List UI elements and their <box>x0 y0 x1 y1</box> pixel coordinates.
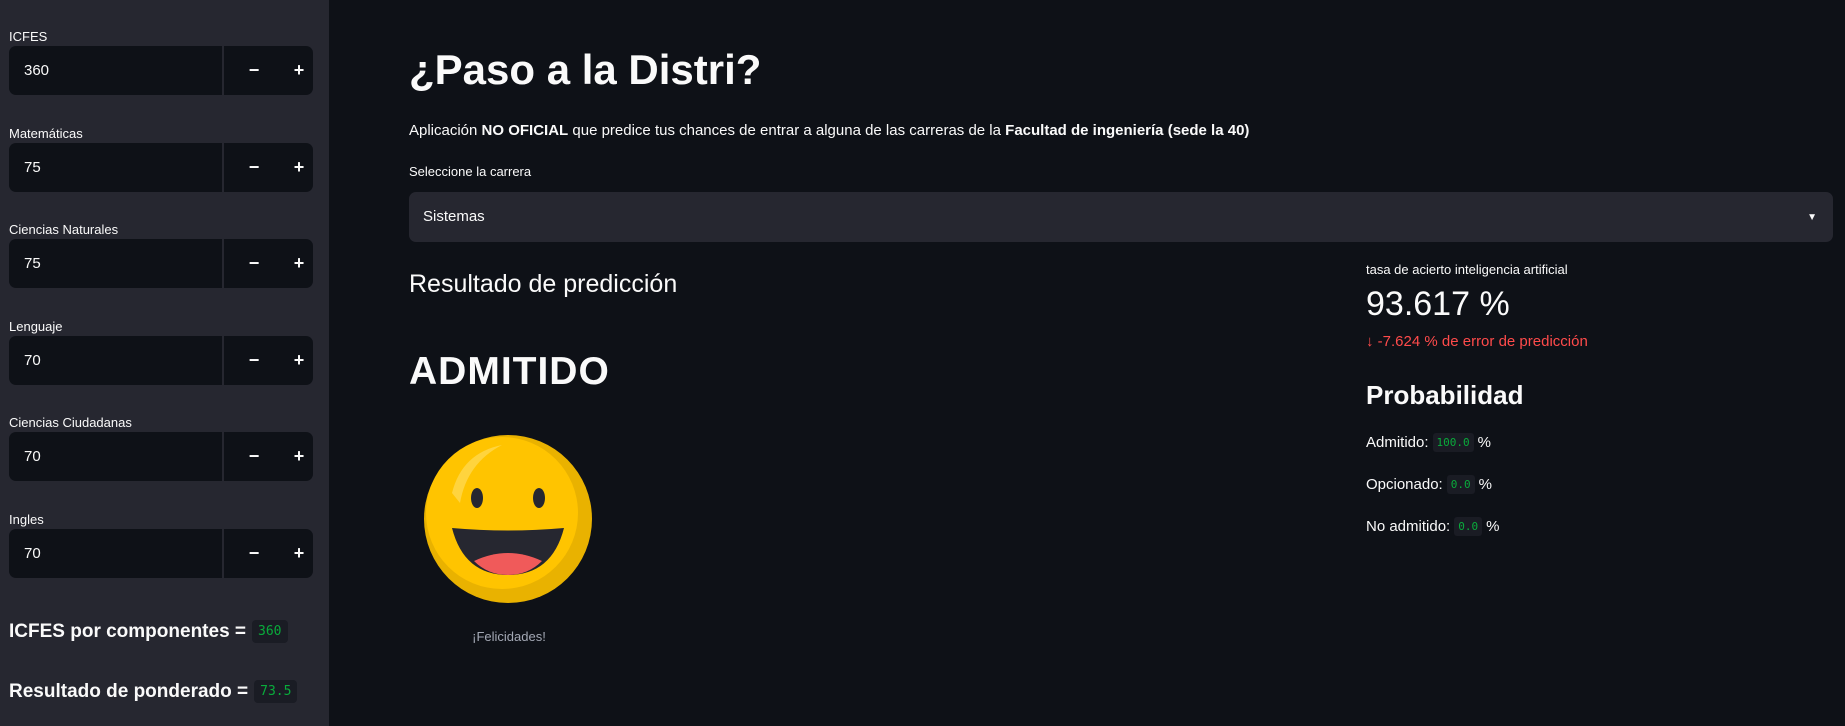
subtitle-prefix: Aplicación <box>409 122 482 139</box>
career-select-label: Seleccione la carrera <box>409 164 532 179</box>
probability-row: No admitido: 0.0 % <box>1366 517 1499 536</box>
weighted-value: 73.5 <box>254 680 298 703</box>
probability-unit: % <box>1486 518 1500 535</box>
decrement-button[interactable]: − <box>232 432 276 481</box>
icfes-components-result: ICFES por componentes = 360 <box>9 620 288 643</box>
ingles-input[interactable]: 70 <box>9 529 222 578</box>
lenguaje-input[interactable]: 70 <box>9 336 222 385</box>
field-label: Matemáticas <box>9 126 83 141</box>
increment-button[interactable]: + <box>277 336 313 385</box>
divider <box>222 143 224 192</box>
decrement-button[interactable]: − <box>232 529 276 578</box>
probability-row: Admitido: 100.0 % <box>1366 433 1491 452</box>
divider <box>222 46 224 95</box>
divider <box>222 336 224 385</box>
lenguaje-field: Lenguaje 70 − + <box>9 317 313 385</box>
error-delta: ↓ -7.624 % de error de predicción <box>1366 333 1588 350</box>
probability-value: 0.0 <box>1454 517 1483 536</box>
probability-label: No admitido: <box>1366 518 1451 535</box>
field-label: ICFES <box>9 29 48 44</box>
decrement-button[interactable]: − <box>232 239 276 288</box>
subtitle-middle: que predice tus chances de entrar a algu… <box>568 122 1006 139</box>
subtitle-bold-faculty: Facultad de ingeniería (sede la 40) <box>1005 122 1250 139</box>
arrow-down-icon: ↓ <box>1366 333 1374 350</box>
error-delta-text: -7.624 % de error de predicción <box>1377 333 1588 350</box>
probability-label: Admitido: <box>1366 434 1429 451</box>
icfes-number-input[interactable]: 360 − + <box>9 46 313 95</box>
decrement-button[interactable]: − <box>232 143 276 192</box>
career-select[interactable]: Sistemas ▼ <box>409 192 1833 242</box>
accuracy-value: 93.617 % <box>1366 285 1510 323</box>
probability-unit: % <box>1478 476 1492 493</box>
ingles-field: Ingles 70 − + <box>9 510 313 578</box>
increment-button[interactable]: + <box>277 143 313 192</box>
result-heading: Resultado de predicción <box>409 270 678 298</box>
sidebar: ICFES 360 − + Matemáticas 75 − + Ciencia… <box>0 0 329 726</box>
ciencias-naturales-field: Ciencias Naturales 75 − + <box>9 220 313 288</box>
increment-button[interactable]: + <box>277 239 313 288</box>
divider <box>222 529 224 578</box>
probability-value: 100.0 <box>1432 433 1474 452</box>
field-label: Lenguaje <box>9 319 63 334</box>
chevron-down-icon[interactable]: ▼ <box>1807 212 1817 223</box>
field-label: Ciencias Ciudadanas <box>9 415 132 430</box>
field-label: Ciencias Naturales <box>9 222 119 237</box>
smiling-face-icon <box>424 435 592 603</box>
page-title: ¿Paso a la Distri? <box>409 46 762 93</box>
ciencias-naturales-input[interactable]: 75 <box>9 239 222 288</box>
page-subtitle: Aplicación NO OFICIAL que predice tus ch… <box>409 122 1249 139</box>
career-select-value[interactable]: Sistemas <box>423 192 485 242</box>
ciencias-naturales-number-input[interactable]: 75 − + <box>9 239 313 288</box>
increment-button[interactable]: + <box>277 529 313 578</box>
weighted-label: Resultado de ponderado = <box>9 680 249 702</box>
icfes-field: ICFES 360 − + <box>9 27 313 95</box>
lenguaje-number-input[interactable]: 70 − + <box>9 336 313 385</box>
matematicas-field: Matemáticas 75 − + <box>9 124 313 192</box>
matematicas-number-input[interactable]: 75 − + <box>9 143 313 192</box>
icfes-input[interactable]: 360 <box>9 46 222 95</box>
icfes-components-value: 360 <box>252 620 288 643</box>
main-content: ¿Paso a la Distri? Aplicación NO OFICIAL… <box>409 0 1833 726</box>
decrement-button[interactable]: − <box>232 46 276 95</box>
probability-value: 0.0 <box>1446 475 1475 494</box>
smiley-caption: ¡Felicidades! <box>472 629 546 644</box>
ciencias-ciudadanas-field: Ciencias Ciudadanas 70 − + <box>9 413 313 481</box>
subtitle-bold-unofficial: NO OFICIAL <box>481 122 569 139</box>
matematicas-input[interactable]: 75 <box>9 143 222 192</box>
ciencias-ciudadanas-number-input[interactable]: 70 − + <box>9 432 313 481</box>
weighted-result: Resultado de ponderado = 73.5 <box>9 680 298 703</box>
ingles-number-input[interactable]: 70 − + <box>9 529 313 578</box>
probability-heading: Probabilidad <box>1366 380 1524 410</box>
probability-unit: % <box>1477 434 1491 451</box>
prediction-result: ADMITIDO <box>409 350 610 393</box>
icfes-components-label: ICFES por componentes = <box>9 620 247 642</box>
accuracy-label: tasa de acierto inteligencia artificial <box>1366 262 1568 277</box>
divider <box>222 239 224 288</box>
increment-button[interactable]: + <box>277 432 313 481</box>
probability-label: Opcionado: <box>1366 476 1443 493</box>
probability-row: Opcionado: 0.0 % <box>1366 475 1492 494</box>
ciencias-ciudadanas-input[interactable]: 70 <box>9 432 222 481</box>
increment-button[interactable]: + <box>277 46 313 95</box>
field-label: Ingles <box>9 512 44 527</box>
divider <box>222 432 224 481</box>
decrement-button[interactable]: − <box>232 336 276 385</box>
